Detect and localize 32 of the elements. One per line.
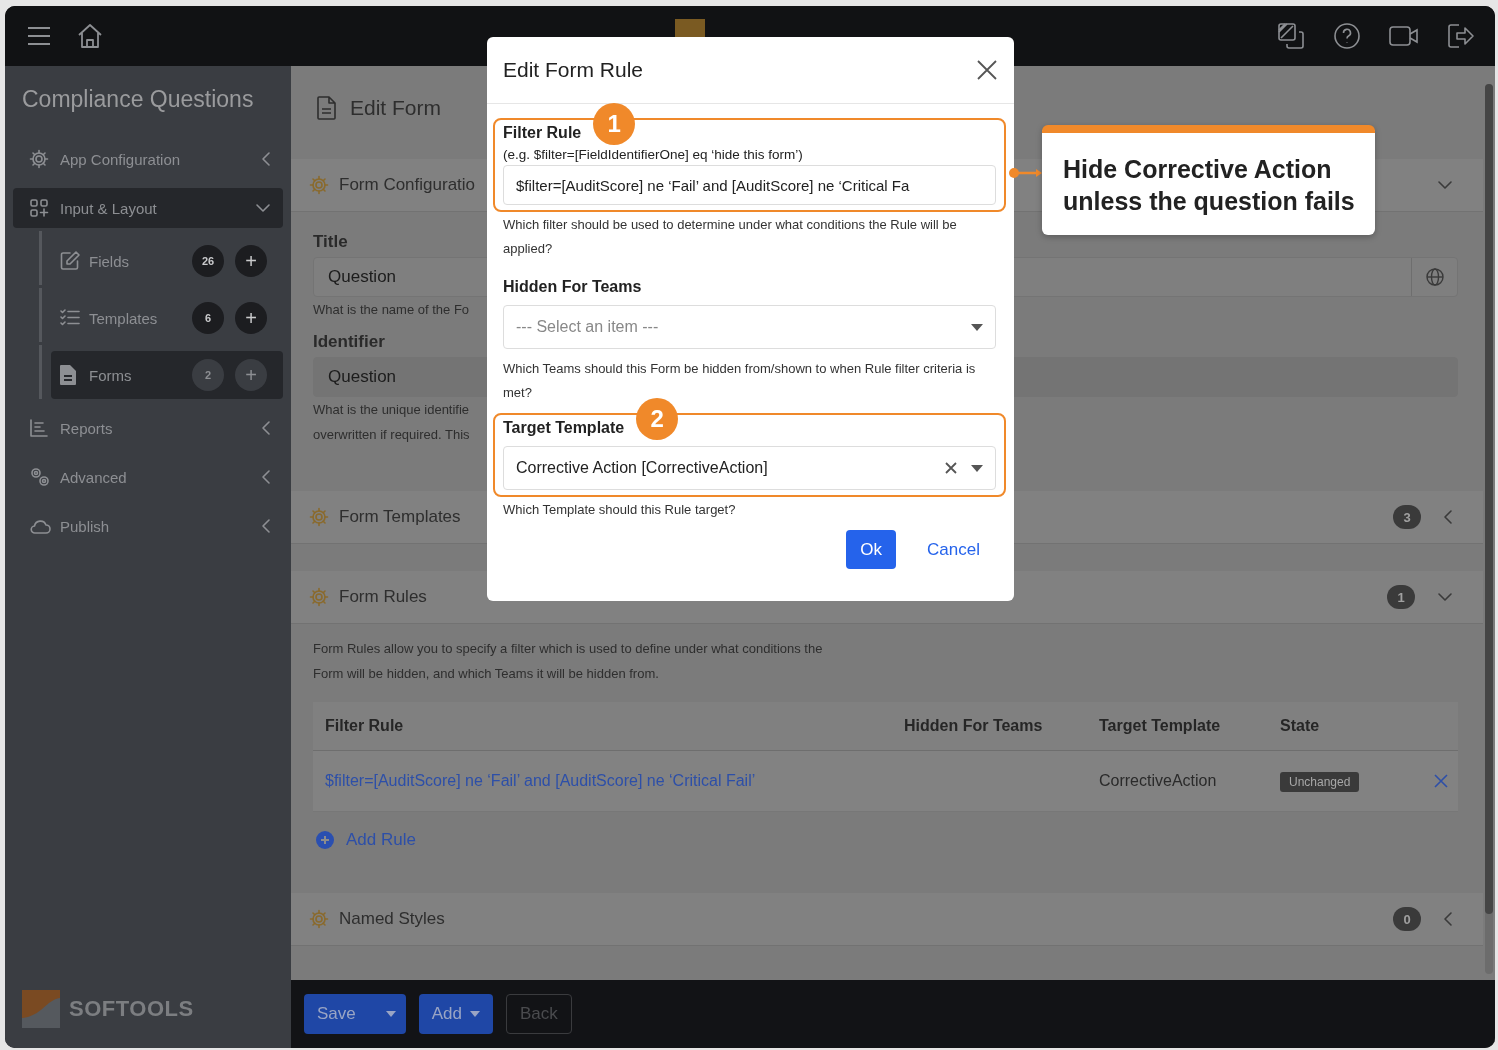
page-title: Edit Form [350,96,441,120]
step-marker: 1 [593,103,636,145]
dialog-title: Edit Form Rule [503,58,644,82]
description-text: Form Rules allow you to specify a filter which is used to define under what conditions the [313,640,823,658]
column-header: Hidden For Teams [903,717,1044,735]
state-badge: Unchanged [1280,772,1360,792]
callout-note: Hide Corrective Action unless the question fails [1042,125,1375,235]
app-title: Compliance Questions [21,85,255,114]
field-label: Target Template [503,419,625,437]
column-header: Target Template [1098,717,1222,735]
help-text: overwritten if required. This [313,426,470,444]
help-text: Which Template should this Rule target? [502,501,737,519]
description-text: Form will be hidden, and which Teams it will be hidden from. [313,665,659,683]
count-badge: 26 [192,245,224,277]
hint-text: (e.g. $filter=[FieldIdentifierOne] eq ‘hide this form’) [503,147,804,162]
count-badge: 2 [192,359,224,391]
column-header: Filter Rule [324,717,405,735]
table-cell: CorrectiveAction [1099,772,1217,789]
count-badge: 1 [1387,585,1415,609]
brand-name: SOFTOOLS [69,996,194,1022]
field-label: Filter Rule [503,124,582,142]
help-text: What is the unique identifie [313,401,470,419]
field-label: Title [313,232,348,252]
field-label: Identifier [313,332,385,352]
field-label: Hidden For Teams [503,278,642,296]
count-badge: 0 [1393,907,1421,931]
step-marker: 2 [636,398,679,440]
help-text: What is the name of the Fo [313,301,470,319]
help-text: Which filter should be used to determine under what conditions the Rule will be applied? [502,216,958,258]
count-badge: 6 [192,302,224,334]
count-badge: 3 [1393,505,1421,529]
column-header: State [1279,717,1321,735]
